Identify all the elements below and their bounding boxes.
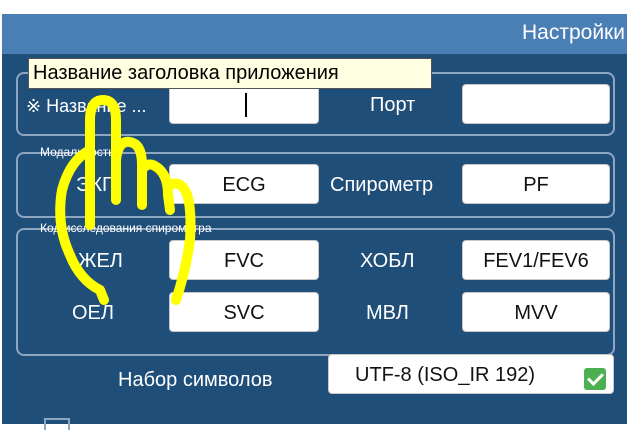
zhel-label: ЖЕЛ [78, 250, 123, 272]
title-bar: Настройки [2, 14, 627, 54]
charset-label: Набор символов [118, 369, 273, 391]
spirometer-input[interactable]: PF [462, 164, 610, 204]
port-input[interactable] [462, 84, 610, 124]
mvl-label: МВЛ [366, 302, 409, 324]
page-title: Настройки [522, 21, 625, 44]
mvl-input[interactable]: MVV [462, 292, 610, 332]
charset-checkbox[interactable] [584, 368, 606, 390]
app-name-label: ※ Название ... [26, 96, 147, 116]
tooltip: Название заголовка приложения [28, 58, 432, 89]
text-caret [245, 93, 247, 117]
modality-group-label: Модальность [40, 145, 115, 159]
ecg-input[interactable]: ECG [169, 164, 319, 204]
hobl-input[interactable]: FEV1/FEV6 [462, 240, 610, 280]
ecg-label: ЭКГ [76, 174, 113, 196]
spirometer-label: Спирометр [330, 174, 434, 196]
app-name-input[interactable] [169, 84, 319, 124]
charset-select[interactable]: UTF-8 (ISO_IR 192) [328, 354, 614, 394]
option-checkbox[interactable] [44, 418, 70, 430]
oel-input[interactable]: SVC [169, 292, 319, 332]
hobl-label: ХОБЛ [360, 250, 415, 272]
port-label: Порт [370, 94, 416, 116]
zhel-input[interactable]: FVC [169, 240, 319, 280]
oel-label: ОЕЛ [72, 302, 115, 324]
spirometry-group-label: Код исследования спирометра [40, 221, 212, 235]
